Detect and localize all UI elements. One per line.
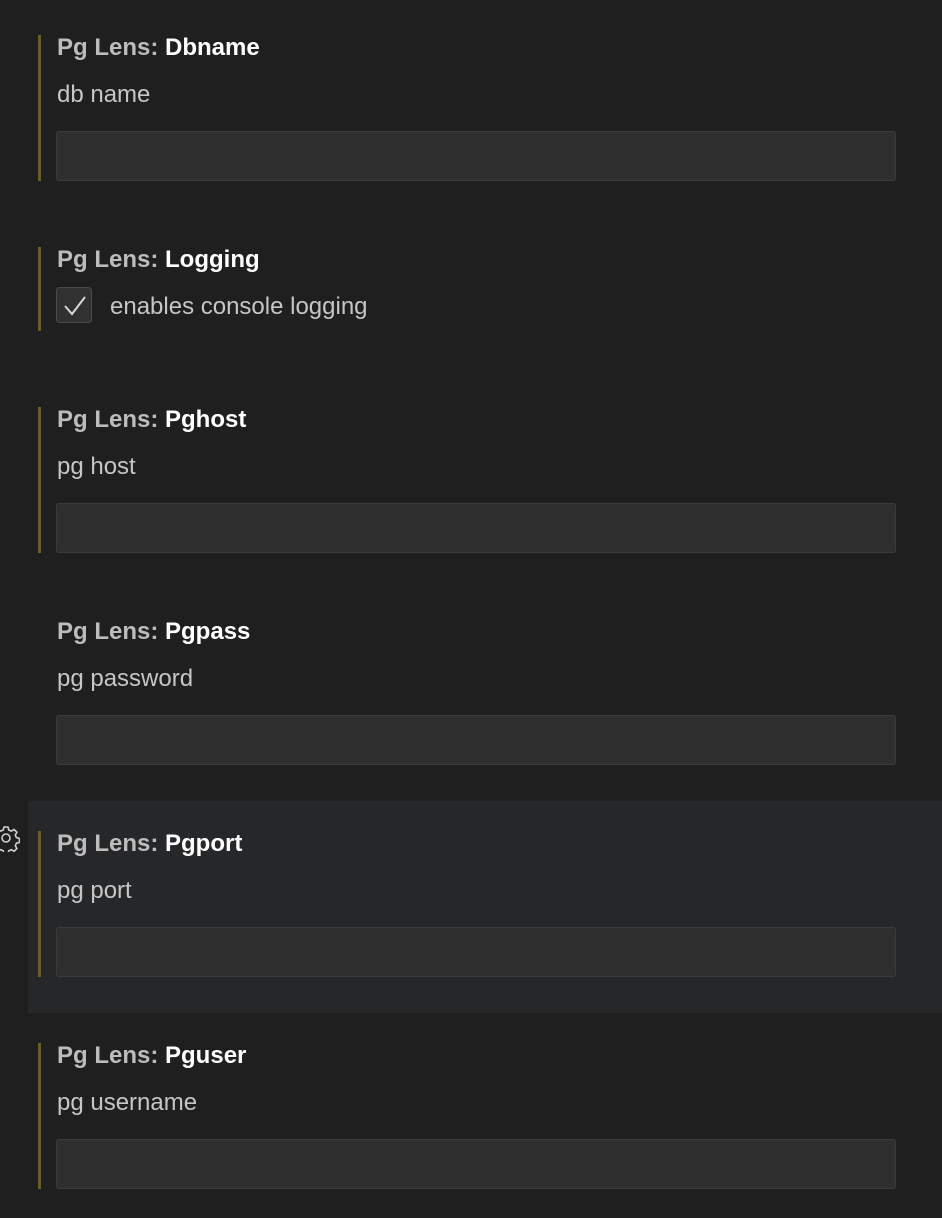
setting-title: Pg Lens: Pghost [57,406,246,434]
setting-title: Pg Lens: Dbname [57,34,260,62]
modified-indicator [38,35,41,181]
pguser-input[interactable] [56,1139,896,1189]
setting-pgport: Pg Lens: Pgport pg port [28,801,942,1013]
setting-title-name: Dbname [165,34,260,61]
dbname-input[interactable] [56,131,896,181]
setting-title-name: Pgport [165,830,243,857]
pgpass-input[interactable] [56,715,896,765]
pgport-input[interactable] [56,927,896,977]
setting-title-prefix: Pg Lens: [57,618,166,645]
setting-title-prefix: Pg Lens: [57,406,166,433]
setting-description: db name [57,81,151,108]
settings-editor: Pg Lens: Dbname db name Pg Lens: Logging… [0,0,942,1218]
setting-title-name: Logging [165,246,260,273]
setting-description: pg username [57,1089,198,1116]
setting-title-prefix: Pg Lens: [57,246,166,273]
modified-indicator [38,247,41,331]
setting-title: Pg Lens: Pguser [57,1042,246,1070]
setting-pghost: Pg Lens: Pghost pg host [28,392,942,572]
setting-title-prefix: Pg Lens: [57,1042,166,1069]
checkmark-icon [64,296,86,316]
setting-title-name: Pguser [165,1042,247,1069]
setting-title: Pg Lens: Pgport [57,830,242,858]
logging-checkbox[interactable] [56,287,92,323]
modified-indicator [38,1043,41,1189]
setting-dbname: Pg Lens: Dbname db name [28,20,942,200]
modified-indicator [38,407,41,553]
setting-description: pg password [57,665,194,692]
pghost-input[interactable] [56,503,896,553]
setting-description: pg host [57,453,136,480]
setting-title: Pg Lens: Pgpass [57,618,250,646]
setting-title-name: Pghost [165,406,247,433]
setting-description: pg port [57,877,132,904]
logging-checkbox-label[interactable]: enables console logging [110,293,368,321]
gear-icon[interactable] [0,824,20,852]
modified-indicator [38,831,41,977]
setting-pgpass: Pg Lens: Pgpass pg password [28,604,942,784]
setting-pguser: Pg Lens: Pguser pg username [28,1028,942,1208]
setting-title-prefix: Pg Lens: [57,830,166,857]
setting-title-name: Pgpass [165,618,251,645]
setting-title-prefix: Pg Lens: [57,34,166,61]
setting-title: Pg Lens: Logging [57,246,260,274]
setting-logging: Pg Lens: Logging enables console logging [28,232,942,352]
